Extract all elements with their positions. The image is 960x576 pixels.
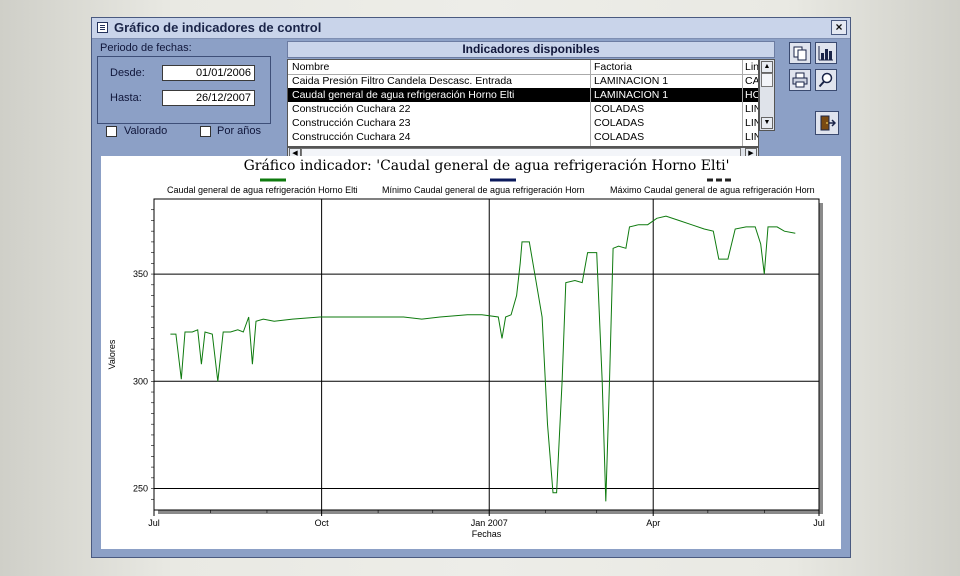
vertical-scroll-thumb[interactable] bbox=[761, 73, 773, 87]
exit-button[interactable] bbox=[815, 111, 839, 135]
table-row[interactable]: Caida Presión Filtro Candela Descasc. En… bbox=[288, 74, 758, 88]
row-line: HO bbox=[745, 89, 758, 101]
copy-button[interactable] bbox=[789, 42, 811, 64]
row-name: Caudal general de agua refrigeración Hor… bbox=[292, 89, 515, 101]
plot-area bbox=[153, 198, 820, 511]
row-factory: COLADAS bbox=[594, 131, 645, 143]
line-chart: Gráfico indicador: 'Caudal general de ag… bbox=[107, 158, 825, 539]
window-title: Gráfico de indicadores de control bbox=[114, 20, 322, 35]
column-header-line[interactable]: Lin bbox=[745, 60, 758, 74]
chart-title: Gráfico indicador: 'Caudal general de ag… bbox=[244, 158, 730, 174]
row-name: Caida Presión Filtro Candela Descasc. En… bbox=[292, 75, 513, 87]
close-button[interactable]: × bbox=[831, 20, 847, 35]
bar-chart-icon bbox=[818, 46, 833, 61]
x-tick-label: Oct bbox=[315, 518, 330, 528]
magnifier-icon bbox=[818, 72, 833, 88]
x-tick-label: Apr bbox=[646, 518, 660, 528]
row-factory: COLADAS bbox=[594, 103, 645, 115]
x-tick-label: Jul bbox=[148, 518, 160, 528]
row-line: LIN bbox=[745, 103, 758, 115]
y-tick-label: 250 bbox=[133, 484, 148, 494]
to-label: Hasta: bbox=[110, 92, 142, 104]
row-name: Construcción Cuchara 22 bbox=[292, 103, 411, 115]
indicators-grid: Nombre Factoria Lin Caida Presión Filtro… bbox=[287, 59, 759, 147]
legend-entry: Máximo Caudal general de agua refrigerac… bbox=[610, 185, 815, 195]
row-name: Construcción Cuchara 23 bbox=[292, 117, 411, 129]
chart-button[interactable] bbox=[815, 42, 837, 64]
date-range-group: Desde: 01/01/2006 Hasta: 26/12/2007 bbox=[97, 56, 271, 124]
row-line: CA bbox=[745, 75, 759, 87]
chart-panel: Gráfico indicador: 'Caudal general de ag… bbox=[101, 156, 841, 549]
indicators-panel: Indicadores disponibles Nombre Factoria … bbox=[287, 41, 775, 161]
scroll-down-button[interactable]: ▼ bbox=[761, 117, 773, 129]
x-tick-label: Jan 2007 bbox=[471, 518, 508, 528]
table-row[interactable]: Construcción Cuchara 23 COLADAS LIN bbox=[288, 116, 758, 130]
x-axis-label: Fechas bbox=[472, 529, 502, 539]
exit-door-icon bbox=[820, 115, 837, 131]
y-tick-label: 300 bbox=[133, 376, 148, 386]
period-label: Periodo de fechas: bbox=[100, 42, 192, 54]
por-anos-label: Por años bbox=[217, 125, 262, 137]
row-factory: LAMINACION 1 bbox=[594, 89, 669, 101]
column-divider bbox=[742, 60, 743, 146]
por-anos-checkbox[interactable] bbox=[200, 126, 211, 137]
vertical-scrollbar[interactable]: ▲ ▼ bbox=[759, 59, 775, 131]
table-row[interactable]: Construcción Cuchara 24 COLADAS LIN bbox=[288, 130, 758, 144]
legend-entry: Mínimo Caudal general de agua refrigerac… bbox=[382, 185, 585, 195]
printer-icon bbox=[792, 72, 808, 88]
table-row[interactable]: Construcción Cuchara 22 COLADAS LIN bbox=[288, 102, 758, 116]
zoom-button[interactable] bbox=[815, 69, 837, 91]
from-date-input[interactable]: 01/01/2006 bbox=[162, 65, 255, 81]
copy-icon bbox=[793, 46, 807, 61]
column-header-factory[interactable]: Factoria bbox=[594, 60, 740, 74]
legend-entry: Caudal general de agua refrigeración Hor… bbox=[167, 185, 358, 195]
window-form-icon bbox=[97, 22, 108, 33]
y-tick-label: 350 bbox=[133, 269, 148, 279]
x-tick-label: Jul bbox=[813, 518, 825, 528]
row-factory: LAMINACION 1 bbox=[594, 75, 669, 87]
indicators-title: Indicadores disponibles bbox=[287, 41, 775, 58]
valorado-checkbox[interactable] bbox=[106, 126, 117, 137]
y-axis-label: Valores bbox=[107, 339, 117, 369]
column-divider bbox=[590, 60, 591, 146]
from-label: Desde: bbox=[110, 67, 145, 79]
row-factory: COLADAS bbox=[594, 117, 645, 129]
column-header-name[interactable]: Nombre bbox=[292, 60, 588, 74]
row-line: LIN bbox=[745, 117, 758, 129]
print-button[interactable] bbox=[789, 69, 811, 91]
valorado-label: Valorado bbox=[124, 125, 168, 137]
row-name: Construcción Cuchara 24 bbox=[292, 131, 411, 143]
to-date-input[interactable]: 26/12/2007 bbox=[162, 90, 255, 106]
grid-header-row: Nombre Factoria Lin bbox=[288, 60, 758, 75]
table-row-selected[interactable]: Caudal general de agua refrigeración Hor… bbox=[288, 88, 758, 102]
row-line: LIN bbox=[745, 131, 758, 143]
scroll-up-button[interactable]: ▲ bbox=[761, 61, 773, 73]
chart-window: Gráfico de indicadores de control × Peri… bbox=[91, 17, 851, 558]
title-bar: Gráfico de indicadores de control × bbox=[92, 18, 850, 39]
